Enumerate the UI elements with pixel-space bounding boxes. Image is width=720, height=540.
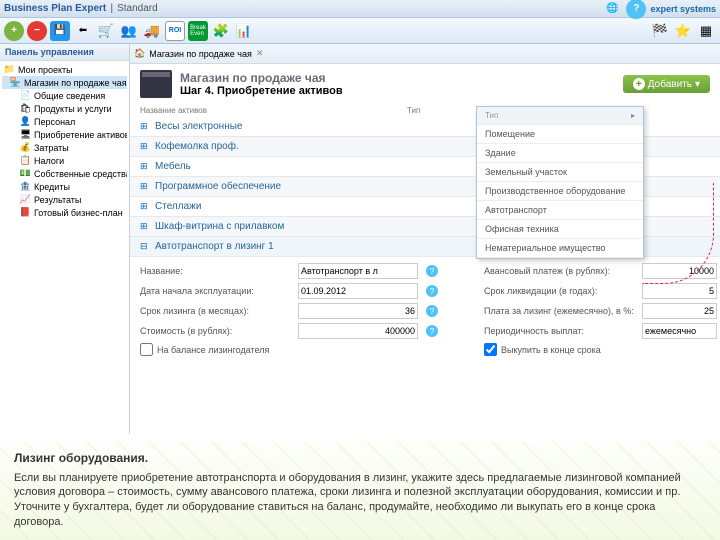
popup-item[interactable]: Автотранспорт	[477, 201, 643, 220]
edition: Standard	[117, 3, 158, 14]
tree-item[interactable]: 📈Результаты	[2, 193, 127, 206]
home-icon[interactable]: 🏠	[134, 48, 145, 59]
buyout-checkbox[interactable]	[484, 343, 497, 356]
save-button[interactable]: 💾	[50, 21, 70, 41]
asset-details: Название:? Авансовый платеж (в рублях):?…	[130, 257, 720, 362]
footer-heading: Лизинг оборудования.	[14, 451, 706, 465]
date-input[interactable]	[298, 283, 418, 299]
step-title: Шаг 4. Приобретение активов	[180, 85, 343, 97]
popup-item[interactable]: Производственное оборудование	[477, 182, 643, 201]
info-icon[interactable]: ?	[426, 285, 438, 297]
tree-item[interactable]: 📋Налоги	[2, 154, 127, 167]
delete-button[interactable]: −	[27, 21, 47, 41]
tree-project[interactable]: 🏪Магазин по продаже чая	[2, 76, 127, 89]
add-button[interactable]: +	[4, 21, 24, 41]
brand-logo: expert systems	[650, 4, 716, 14]
sidebar-header: Панель управления	[0, 44, 129, 61]
tree-item[interactable]: 🖥Приобретение активов	[2, 128, 127, 141]
balance-checkbox[interactable]	[140, 343, 153, 356]
app-name: Business Plan Expert	[4, 3, 106, 14]
popup-item[interactable]: Офисная техника	[477, 220, 643, 239]
add-asset-button[interactable]: +Добавить ▾	[623, 75, 710, 93]
tabs: 🏠 Магазин по продаже чая ✕	[130, 44, 720, 64]
tree-root[interactable]: 📁Мои проекты	[2, 63, 127, 76]
roi-button[interactable]: ROI	[165, 21, 185, 41]
type-popup: Тип▸ Помещение Здание Земельный участок …	[476, 106, 644, 259]
tree-item[interactable]: 💵Собственные средства	[2, 167, 127, 180]
truck-icon[interactable]: 🚚	[142, 21, 162, 41]
popup-item[interactable]: Земельный участок	[477, 163, 643, 182]
tree-item[interactable]: 🏦Кредиты	[2, 180, 127, 193]
close-tab-icon[interactable]: ✕	[256, 48, 264, 59]
cart-icon[interactable]: 🛒	[96, 21, 116, 41]
star-icon[interactable]: ⭐	[673, 21, 693, 41]
period-input[interactable]	[642, 323, 717, 339]
popup-item[interactable]: Помещение	[477, 125, 643, 144]
tree-item[interactable]: 💰Затраты	[2, 141, 127, 154]
tree-item[interactable]: 📕Готовый бизнес-план	[2, 206, 127, 219]
tab[interactable]: Магазин по продаже чая	[149, 49, 252, 59]
tree-item[interactable]: 📄Общие сведения	[2, 89, 127, 102]
toolbar: + − 💾 ⬅ 🛒 👥 🚚 ROI BreakEven 🧩 📊 🏁 ⭐ ▦	[0, 18, 720, 44]
info-icon[interactable]: ?	[426, 305, 438, 317]
back-button[interactable]: ⬅	[73, 21, 93, 41]
flag-icon[interactable]: 🏁	[650, 21, 670, 41]
sidebar: Панель управления 📁Мои проекты 🏪Магазин …	[0, 44, 130, 434]
people-icon[interactable]: 👥	[119, 21, 139, 41]
cost-input[interactable]	[298, 323, 418, 339]
help-icon[interactable]: ?	[626, 0, 646, 19]
advance-input[interactable]	[642, 263, 717, 279]
server-icon	[140, 70, 172, 98]
rate-input[interactable]	[642, 303, 717, 319]
term-input[interactable]	[298, 303, 418, 319]
puzzle-icon[interactable]: 🧩	[211, 21, 231, 41]
footer-text: Если вы планируете приобретение автотран…	[14, 471, 706, 530]
name-input[interactable]	[298, 263, 418, 279]
chart-icon[interactable]: 📊	[234, 21, 254, 41]
grid-icon[interactable]: ▦	[696, 21, 716, 41]
info-icon[interactable]: ?	[426, 325, 438, 337]
breakeven-button[interactable]: BreakEven	[188, 21, 208, 41]
info-icon[interactable]: ?	[426, 265, 438, 277]
liq-input[interactable]	[642, 283, 717, 299]
tree-item[interactable]: 🛍Продукты и услуги	[2, 102, 127, 115]
titlebar: Business Plan Expert | Standard 🌐 ? expe…	[0, 0, 720, 18]
lang-icon[interactable]: 🌐	[602, 0, 622, 19]
popup-item[interactable]: Здание	[477, 144, 643, 163]
popup-item[interactable]: Нематериальное имущество	[477, 239, 643, 258]
tree-item[interactable]: 👤Персонал	[2, 115, 127, 128]
popup-header: Тип▸	[477, 107, 643, 125]
page-title: Магазин по продаже чая	[180, 71, 343, 85]
footer: Лизинг оборудования. Если вы планируете …	[0, 441, 720, 540]
